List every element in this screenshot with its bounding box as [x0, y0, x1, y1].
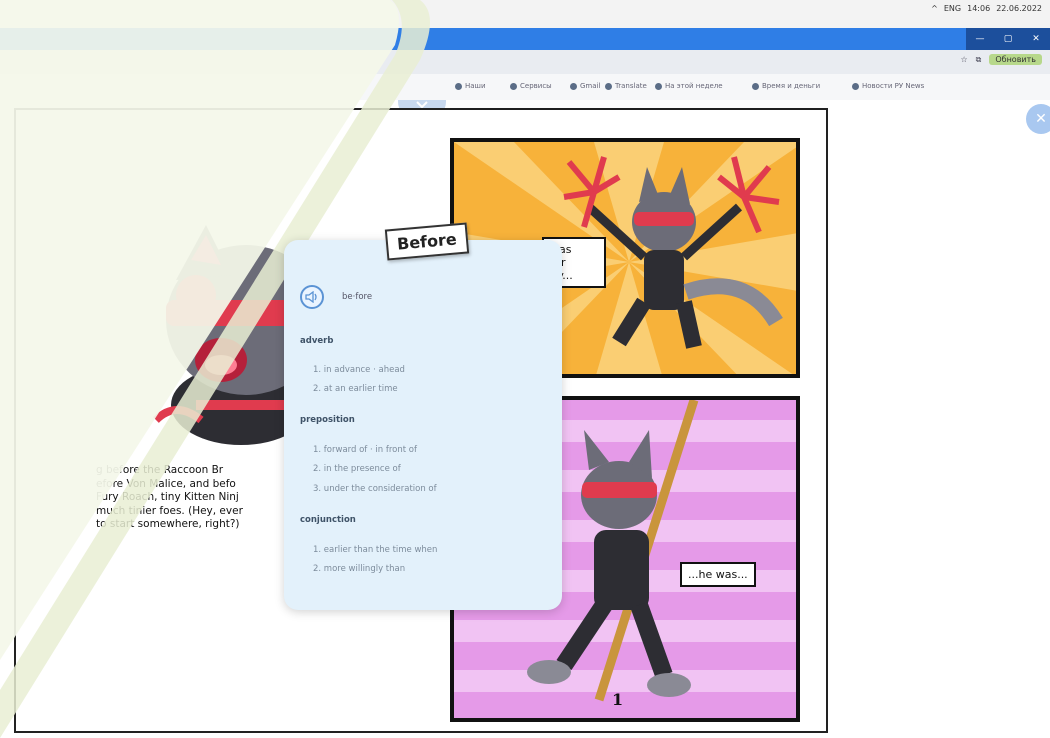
folder-icon — [605, 82, 612, 90]
bookmark-item[interactable]: Translate — [605, 82, 647, 90]
definition-item: 1. forward of · in front of — [313, 445, 417, 455]
definition-item: 2. at an earlier time — [313, 384, 398, 394]
close-icon[interactable]: ✕ — [1026, 104, 1050, 134]
maximize-button[interactable]: ▢ — [994, 28, 1022, 50]
part-of-speech-conjunction: conjunction — [300, 515, 356, 525]
story-text: g before the Raccoon Br efore Von Malice… — [96, 464, 286, 532]
story-line: much tinier foes. (Hey, ever — [96, 504, 243, 517]
address-bar: ☆ ⧉ Обновить — [0, 50, 1050, 74]
bookmark-item[interactable]: Gmail — [570, 82, 600, 90]
definition-item: 3. under the consideration of — [313, 484, 437, 494]
browser-toolbar: ☆ ⧉ Обновить — [960, 54, 1042, 65]
tray-time: 14:06 — [967, 4, 991, 13]
os-taskbar: ^ ENG 14:06 22.06.2022 — [0, 0, 1050, 28]
speaker-glyph — [305, 291, 317, 303]
system-tray: ^ ENG 14:06 22.06.2022 — [931, 4, 1042, 13]
update-button[interactable]: Обновить — [989, 54, 1042, 65]
story-line: efore Von Malice, and befo — [96, 477, 236, 490]
bookmark-item[interactable]: Время и деньги — [752, 82, 820, 90]
bookmark-item[interactable]: На этой неделе — [655, 82, 723, 90]
story-line: to start somewhere, right?) — [96, 518, 240, 530]
window-close-button[interactable]: ✕ — [1022, 28, 1050, 50]
globe-icon — [455, 82, 462, 90]
definition-item: 2. in the presence of — [313, 464, 401, 474]
star-icon[interactable]: ☆ — [960, 55, 967, 64]
bookmark-item[interactable]: Наши — [455, 82, 486, 90]
globe-icon — [655, 82, 662, 90]
definition-item: 1. earlier than the time when — [313, 545, 438, 555]
minimize-button[interactable]: — — [966, 28, 994, 50]
window-controls: — ▢ ✕ — [966, 28, 1050, 50]
gmail-icon — [570, 82, 577, 90]
story-line: g before the Raccoon Br — [96, 464, 224, 476]
part-of-speech-preposition: preposition — [300, 415, 355, 425]
story-line: Fury Roach, tiny Kitten Ninj — [96, 491, 239, 503]
part-of-speech-adverb: adverb — [300, 336, 334, 346]
tray-language[interactable]: ENG — [944, 4, 961, 13]
globe-icon — [852, 82, 859, 90]
tray-chevron[interactable]: ^ — [931, 4, 938, 13]
caption-box-bottom: ...he was... — [680, 562, 756, 587]
bookmark-item[interactable]: Сервисы — [510, 82, 552, 90]
bookmark-item[interactable]: Новости РУ News — [852, 82, 924, 90]
bookmarks-bar: Наши Сервисы Gmail Translate На этой нед… — [0, 74, 1050, 101]
definition-item: 2. more willingly than — [313, 564, 406, 574]
tray-date: 22.06.2022 — [996, 4, 1042, 13]
extensions-icon[interactable]: ⧉ — [976, 55, 982, 65]
apps-icon — [510, 82, 517, 90]
globe-icon — [752, 82, 759, 90]
speaker-icon[interactable] — [300, 285, 324, 309]
definition-item: 1. in advance · ahead — [313, 365, 405, 375]
page-number: 1 — [612, 690, 624, 709]
headword: be·fore — [342, 292, 373, 302]
browser-titlebar — [0, 28, 1050, 50]
